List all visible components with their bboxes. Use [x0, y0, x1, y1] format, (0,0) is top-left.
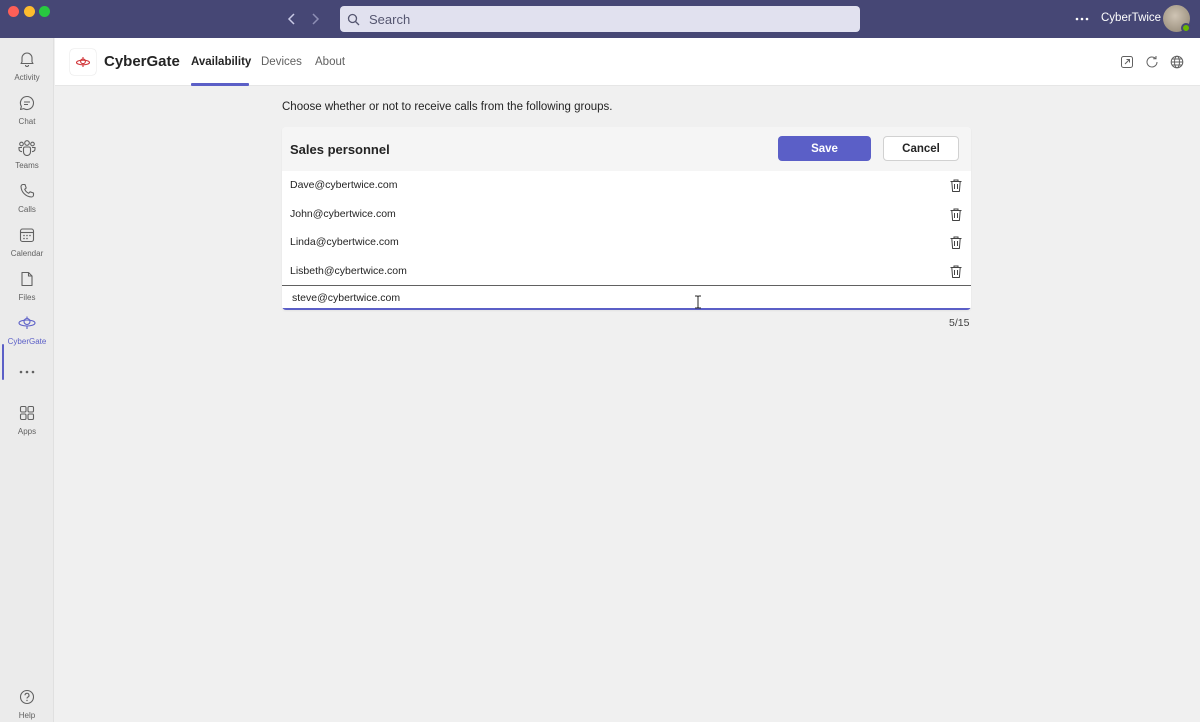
- input-focus-underline: [282, 308, 971, 310]
- user-name[interactable]: CyberTwice: [1101, 12, 1161, 24]
- member-email: Dave@cybertwice.com: [290, 179, 398, 191]
- calendar-icon: [16, 224, 38, 246]
- text-cursor-icon: [694, 295, 702, 309]
- group-card: Sales personnel Save Cancel Dave@cybertw…: [282, 127, 971, 310]
- delete-trash-icon[interactable]: [948, 263, 964, 279]
- new-member-field: [282, 285, 971, 310]
- globe-icon[interactable]: [1169, 54, 1185, 70]
- save-button[interactable]: Save: [778, 136, 871, 161]
- back-arrow-icon[interactable]: [283, 10, 301, 28]
- member-row: Lisbeth@cybertwice.com: [282, 257, 971, 285]
- chat-icon: [16, 92, 38, 114]
- rail-more-apps[interactable]: [0, 360, 54, 382]
- phone-icon: [16, 180, 38, 202]
- rail-item-label: Activity: [14, 73, 40, 82]
- rail-item-label: Apps: [17, 427, 37, 436]
- tab-availability[interactable]: Availability: [191, 56, 251, 68]
- rail-item-files[interactable]: Files: [0, 266, 54, 308]
- rail-item-label: Teams: [15, 161, 39, 170]
- instructions-text: Choose whether or not to receive calls f…: [282, 101, 613, 113]
- rail-item-label: Help: [18, 711, 36, 720]
- rail-item-label: Files: [18, 293, 36, 302]
- rail-item-chat[interactable]: Chat: [0, 90, 54, 132]
- rail-item-label: CyberGate: [7, 337, 47, 346]
- cancel-button[interactable]: Cancel: [883, 136, 959, 161]
- tab-devices[interactable]: Devices: [261, 56, 302, 68]
- rail-item-apps[interactable]: Apps: [0, 400, 54, 442]
- search-box[interactable]: Search: [340, 6, 860, 32]
- rail-item-label: Calls: [18, 205, 36, 214]
- apps-icon: [16, 402, 38, 424]
- cybergate-icon: [16, 312, 38, 334]
- member-row: John@cybertwice.com: [282, 200, 971, 228]
- rail-item-label: Chat: [18, 117, 36, 126]
- member-row: Linda@cybertwice.com: [282, 228, 971, 256]
- app-title: CyberGate: [104, 53, 180, 70]
- rail-item-calendar[interactable]: Calendar: [0, 222, 54, 264]
- rail-item-help[interactable]: Help: [0, 684, 54, 722]
- rail-item-teams[interactable]: Teams: [0, 134, 54, 176]
- rail-item-calls[interactable]: Calls: [0, 178, 54, 220]
- bell-icon: [16, 48, 38, 70]
- rail-item-label: Calendar: [10, 249, 44, 258]
- group-title: Sales personnel: [290, 142, 390, 157]
- member-email: Lisbeth@cybertwice.com: [290, 265, 407, 277]
- forward-arrow-icon[interactable]: [306, 10, 324, 28]
- minimize-window-button[interactable]: [24, 6, 35, 17]
- member-email: Linda@cybertwice.com: [290, 236, 399, 248]
- member-count: 5/15: [949, 317, 970, 329]
- member-email: John@cybertwice.com: [290, 208, 396, 220]
- popout-icon[interactable]: [1119, 54, 1135, 70]
- active-tab-indicator: [191, 83, 249, 86]
- rail-item-activity[interactable]: Activity: [0, 46, 54, 88]
- rail-item-cybergate[interactable]: CyberGate: [0, 310, 54, 352]
- group-card-header: Sales personnel Save Cancel: [282, 127, 971, 171]
- member-row: Dave@cybertwice.com: [282, 171, 971, 199]
- more-horizontal-icon: [16, 362, 38, 382]
- more-options-icon[interactable]: [1074, 11, 1090, 27]
- close-window-button[interactable]: [8, 6, 19, 17]
- search-placeholder: Search: [369, 11, 411, 27]
- new-member-input[interactable]: [282, 286, 971, 309]
- delete-trash-icon[interactable]: [948, 234, 964, 250]
- cybergate-logo-icon: [70, 49, 96, 75]
- window-titlebar: Search CyberTwice: [0, 0, 1200, 38]
- help-icon: [16, 686, 38, 708]
- app-rail: Activity Chat Teams Calls Calendar Files: [0, 38, 54, 722]
- zoom-window-button[interactable]: [39, 6, 50, 17]
- delete-trash-icon[interactable]: [948, 177, 964, 193]
- refresh-icon[interactable]: [1144, 54, 1160, 70]
- tab-about[interactable]: About: [315, 56, 345, 68]
- search-icon: [347, 12, 361, 26]
- presence-available-icon: [1181, 23, 1191, 33]
- teams-icon: [16, 136, 38, 158]
- file-icon: [16, 268, 38, 290]
- delete-trash-icon[interactable]: [948, 206, 964, 222]
- app-header: CyberGate Availability Devices About: [55, 38, 1200, 86]
